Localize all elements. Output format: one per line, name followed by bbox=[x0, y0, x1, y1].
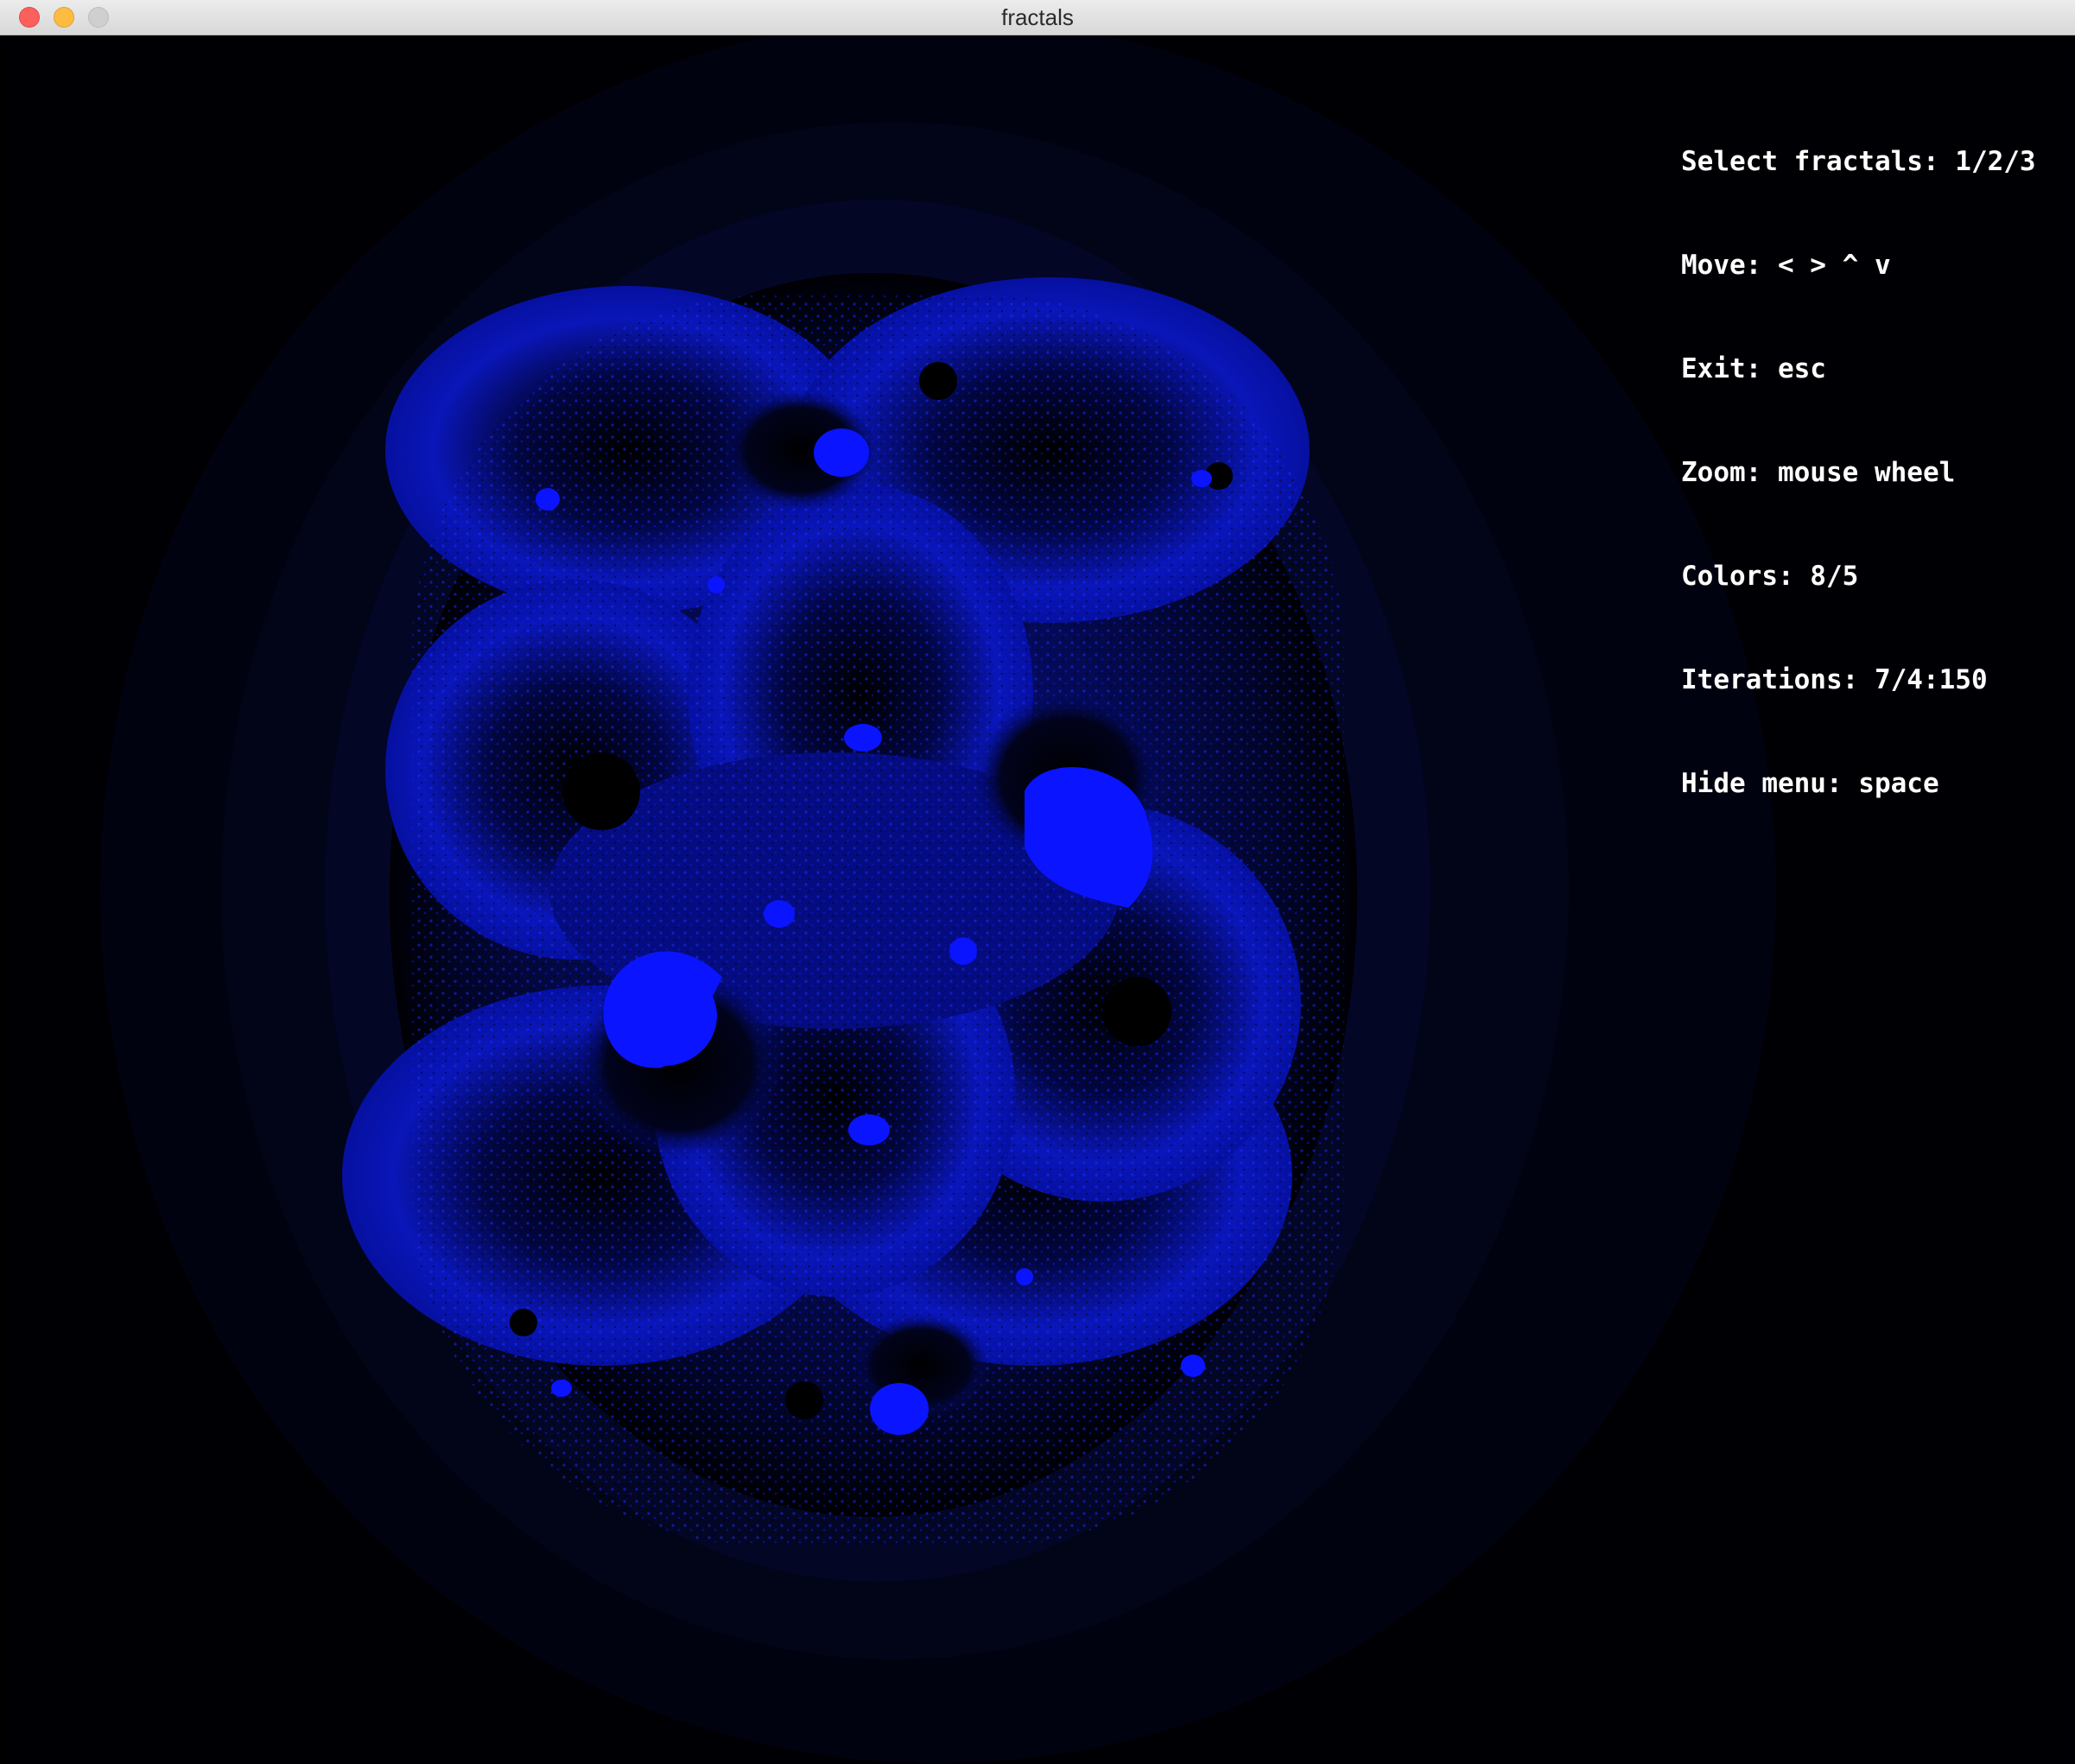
menu-line-move: Move: < > ^ v bbox=[1681, 250, 1891, 281]
window-title: fractals bbox=[1001, 4, 1074, 30]
app-window: fractals Select fractals: 1/2/3 Move: < … bbox=[0, 0, 2075, 1764]
menu-line-zoom: Zoom: mouse wheel bbox=[1681, 457, 1956, 488]
menu-line-colors: Colors: 8/5 bbox=[1681, 561, 1859, 592]
fractal-canvas[interactable]: Select fractals: 1/2/3 Move: < > ^ v Exi… bbox=[5, 35, 2075, 1764]
title-bar[interactable]: fractals bbox=[0, 0, 2075, 35]
controls-menu: Select fractals: 1/2/3 Move: < > ^ v Exi… bbox=[1681, 75, 2036, 870]
menu-line-iterations: Iterations: 7/4:150 bbox=[1681, 664, 1988, 695]
menu-line-exit: Exit: esc bbox=[1681, 353, 1826, 384]
menu-line-hide-menu: Hide menu: space bbox=[1681, 768, 1939, 799]
menu-line-select-fractals: Select fractals: 1/2/3 bbox=[1681, 146, 2036, 177]
